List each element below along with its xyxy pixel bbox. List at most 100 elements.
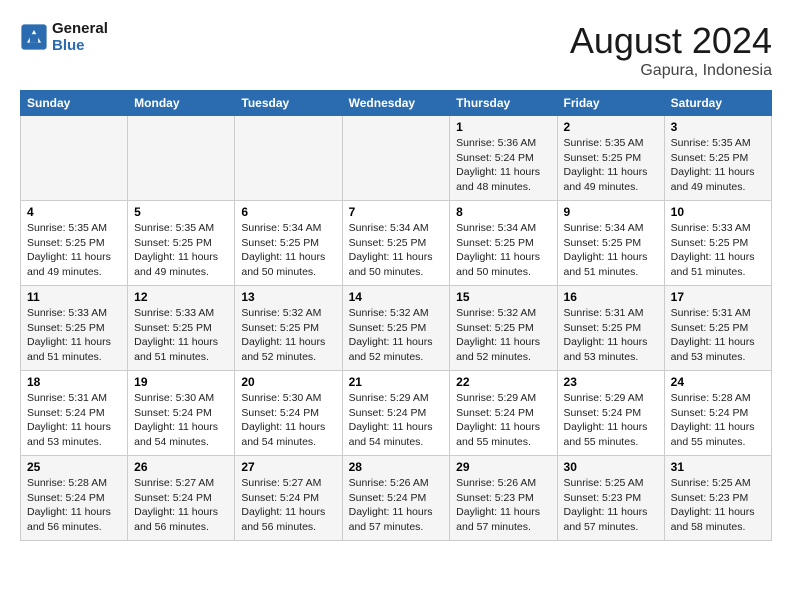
calendar-cell: 23 Sunrise: 5:29 AM Sunset: 5:24 PM Dayli…: [557, 371, 664, 456]
day-number: 24: [671, 375, 765, 389]
column-header-wednesday: Wednesday: [342, 91, 450, 116]
calendar-cell: 13 Sunrise: 5:32 AM Sunset: 5:25 PM Dayli…: [235, 286, 342, 371]
calendar-cell: 6 Sunrise: 5:34 AM Sunset: 5:25 PM Daylig…: [235, 201, 342, 286]
calendar-week-row: 11 Sunrise: 5:33 AM Sunset: 5:25 PM Dayli…: [21, 286, 772, 371]
day-number: 14: [349, 290, 444, 304]
day-number: 17: [671, 290, 765, 304]
day-info: Sunrise: 5:30 AM Sunset: 5:24 PM Dayligh…: [241, 391, 335, 450]
column-header-saturday: Saturday: [664, 91, 771, 116]
column-header-monday: Monday: [128, 91, 235, 116]
day-info: Sunrise: 5:35 AM Sunset: 5:25 PM Dayligh…: [671, 136, 765, 195]
day-info: Sunrise: 5:34 AM Sunset: 5:25 PM Dayligh…: [349, 221, 444, 280]
calendar-cell: 29 Sunrise: 5:26 AM Sunset: 5:23 PM Dayli…: [450, 456, 557, 541]
day-info: Sunrise: 5:27 AM Sunset: 5:24 PM Dayligh…: [134, 476, 228, 535]
day-number: 29: [456, 460, 550, 474]
calendar-cell: 9 Sunrise: 5:34 AM Sunset: 5:25 PM Daylig…: [557, 201, 664, 286]
column-header-thursday: Thursday: [450, 91, 557, 116]
calendar-cell: [342, 116, 450, 201]
day-info: Sunrise: 5:29 AM Sunset: 5:24 PM Dayligh…: [564, 391, 658, 450]
day-number: 12: [134, 290, 228, 304]
calendar-cell: 27 Sunrise: 5:27 AM Sunset: 5:24 PM Dayli…: [235, 456, 342, 541]
calendar-cell: 14 Sunrise: 5:32 AM Sunset: 5:25 PM Dayli…: [342, 286, 450, 371]
day-info: Sunrise: 5:26 AM Sunset: 5:23 PM Dayligh…: [456, 476, 550, 535]
column-header-sunday: Sunday: [21, 91, 128, 116]
day-info: Sunrise: 5:34 AM Sunset: 5:25 PM Dayligh…: [456, 221, 550, 280]
day-info: Sunrise: 5:32 AM Sunset: 5:25 PM Dayligh…: [241, 306, 335, 365]
day-info: Sunrise: 5:31 AM Sunset: 5:25 PM Dayligh…: [564, 306, 658, 365]
day-info: Sunrise: 5:35 AM Sunset: 5:25 PM Dayligh…: [564, 136, 658, 195]
day-number: 26: [134, 460, 228, 474]
day-info: Sunrise: 5:34 AM Sunset: 5:25 PM Dayligh…: [564, 221, 658, 280]
calendar-cell: [235, 116, 342, 201]
day-number: 27: [241, 460, 335, 474]
calendar-cell: 24 Sunrise: 5:28 AM Sunset: 5:24 PM Dayli…: [664, 371, 771, 456]
calendar-cell: 2 Sunrise: 5:35 AM Sunset: 5:25 PM Daylig…: [557, 116, 664, 201]
day-info: Sunrise: 5:35 AM Sunset: 5:25 PM Dayligh…: [27, 221, 121, 280]
calendar-header-row: SundayMondayTuesdayWednesdayThursdayFrid…: [21, 91, 772, 116]
day-info: Sunrise: 5:29 AM Sunset: 5:24 PM Dayligh…: [456, 391, 550, 450]
day-info: Sunrise: 5:31 AM Sunset: 5:25 PM Dayligh…: [671, 306, 765, 365]
day-number: 5: [134, 205, 228, 219]
day-info: Sunrise: 5:29 AM Sunset: 5:24 PM Dayligh…: [349, 391, 444, 450]
day-info: Sunrise: 5:34 AM Sunset: 5:25 PM Dayligh…: [241, 221, 335, 280]
day-info: Sunrise: 5:33 AM Sunset: 5:25 PM Dayligh…: [134, 306, 228, 365]
logo: General Blue: [20, 20, 108, 54]
day-number: 1: [456, 120, 550, 134]
calendar-cell: 15Sunrise: 5:32 AM Sunset: 5:25 PM Dayli…: [450, 286, 557, 371]
calendar-cell: 19 Sunrise: 5:30 AM Sunset: 5:24 PM Dayli…: [128, 371, 235, 456]
day-number: 28: [349, 460, 444, 474]
day-info: Sunrise: 5:31 AM Sunset: 5:24 PM Dayligh…: [27, 391, 121, 450]
day-info: Sunrise: 5:28 AM Sunset: 5:24 PM Dayligh…: [671, 391, 765, 450]
day-number: 25: [27, 460, 121, 474]
day-info: Sunrise: 5:33 AM Sunset: 5:25 PM Dayligh…: [27, 306, 121, 365]
calendar-cell: 28Sunrise: 5:26 AM Sunset: 5:24 PM Dayli…: [342, 456, 450, 541]
day-info: Sunrise: 5:27 AM Sunset: 5:24 PM Dayligh…: [241, 476, 335, 535]
calendar-cell: 30 Sunrise: 5:25 AM Sunset: 5:23 PM Dayli…: [557, 456, 664, 541]
day-number: 3: [671, 120, 765, 134]
calendar-cell: 18 Sunrise: 5:31 AM Sunset: 5:24 PM Dayli…: [21, 371, 128, 456]
location: Gapura, Indonesia: [570, 62, 772, 80]
calendar-week-row: 18 Sunrise: 5:31 AM Sunset: 5:24 PM Dayli…: [21, 371, 772, 456]
calendar-cell: 17 Sunrise: 5:31 AM Sunset: 5:25 PM Dayli…: [664, 286, 771, 371]
calendar-cell: 10Sunrise: 5:33 AM Sunset: 5:25 PM Dayli…: [664, 201, 771, 286]
day-number: 22: [456, 375, 550, 389]
calendar-table: SundayMondayTuesdayWednesdayThursdayFrid…: [20, 90, 772, 541]
page-header: General Blue August 2024 Gapura, Indones…: [20, 20, 772, 80]
calendar-cell: 16 Sunrise: 5:31 AM Sunset: 5:25 PM Dayli…: [557, 286, 664, 371]
column-header-tuesday: Tuesday: [235, 91, 342, 116]
day-number: 6: [241, 205, 335, 219]
calendar-week-row: 1 Sunrise: 5:36 AM Sunset: 5:24 PM Daylig…: [21, 116, 772, 201]
day-info: Sunrise: 5:32 AM Sunset: 5:25 PM Dayligh…: [456, 306, 550, 365]
title-block: August 2024 Gapura, Indonesia: [570, 20, 772, 80]
calendar-cell: 7 Sunrise: 5:34 AM Sunset: 5:25 PM Daylig…: [342, 201, 450, 286]
day-number: 19: [134, 375, 228, 389]
day-number: 11: [27, 290, 121, 304]
day-number: 31: [671, 460, 765, 474]
logo-text: General Blue: [52, 20, 108, 54]
day-number: 18: [27, 375, 121, 389]
day-number: 16: [564, 290, 658, 304]
day-info: Sunrise: 5:35 AM Sunset: 5:25 PM Dayligh…: [134, 221, 228, 280]
day-number: 10: [671, 205, 765, 219]
day-info: Sunrise: 5:32 AM Sunset: 5:25 PM Dayligh…: [349, 306, 444, 365]
calendar-week-row: 4 Sunrise: 5:35 AM Sunset: 5:25 PM Daylig…: [21, 201, 772, 286]
day-number: 30: [564, 460, 658, 474]
day-number: 13: [241, 290, 335, 304]
day-number: 23: [564, 375, 658, 389]
calendar-cell: 26 Sunrise: 5:27 AM Sunset: 5:24 PM Dayli…: [128, 456, 235, 541]
calendar-cell: 22 Sunrise: 5:29 AM Sunset: 5:24 PM Dayli…: [450, 371, 557, 456]
day-number: 21: [349, 375, 444, 389]
day-number: 2: [564, 120, 658, 134]
calendar-cell: [128, 116, 235, 201]
day-number: 4: [27, 205, 121, 219]
calendar-cell: 11 Sunrise: 5:33 AM Sunset: 5:25 PM Dayli…: [21, 286, 128, 371]
day-number: 7: [349, 205, 444, 219]
day-number: 9: [564, 205, 658, 219]
column-header-friday: Friday: [557, 91, 664, 116]
day-info: Sunrise: 5:25 AM Sunset: 5:23 PM Dayligh…: [564, 476, 658, 535]
day-info: Sunrise: 5:36 AM Sunset: 5:24 PM Dayligh…: [456, 136, 550, 195]
calendar-cell: [21, 116, 128, 201]
calendar-cell: 20Sunrise: 5:30 AM Sunset: 5:24 PM Dayli…: [235, 371, 342, 456]
calendar-cell: 12 Sunrise: 5:33 AM Sunset: 5:25 PM Dayli…: [128, 286, 235, 371]
day-info: Sunrise: 5:30 AM Sunset: 5:24 PM Dayligh…: [134, 391, 228, 450]
